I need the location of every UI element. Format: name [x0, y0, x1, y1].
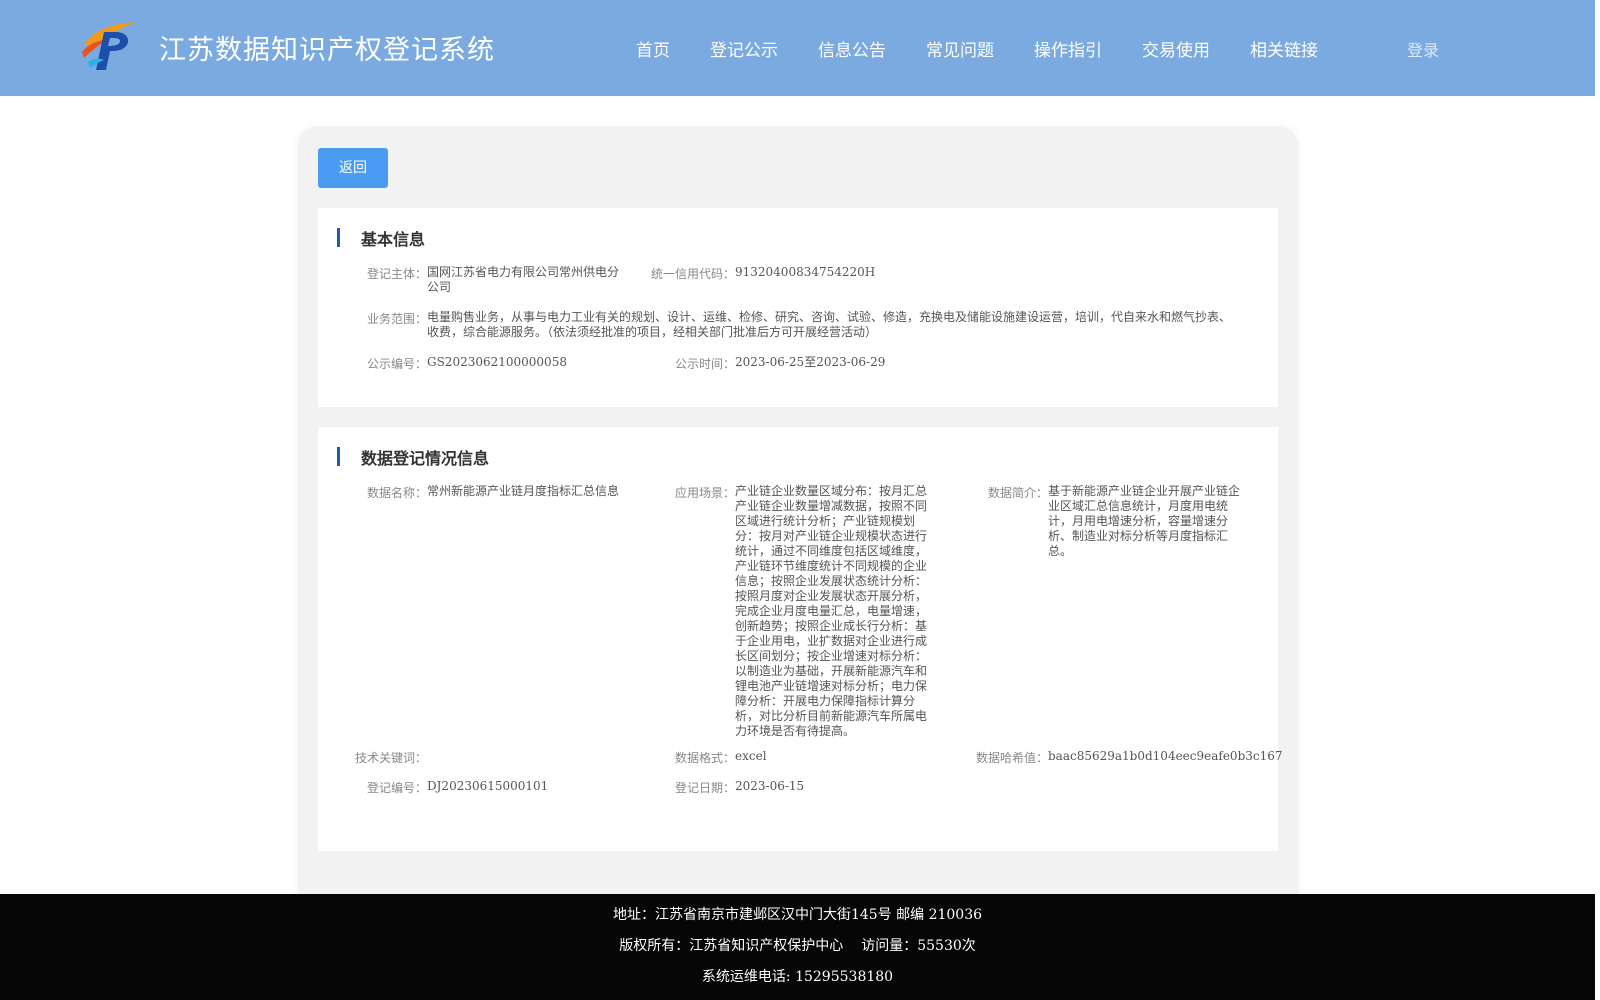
data-name-value: 常州新能源产业链月度指标汇总信息: [427, 484, 620, 498]
nav-guide[interactable]: 操作指引: [1034, 36, 1102, 61]
main-nav: 首页 登记公示 信息公告 常见问题 操作指引 交易使用 相关链接: [636, 36, 1358, 61]
nav-registration-publicity[interactable]: 登记公示: [710, 36, 778, 61]
registration-info-card: 数据登记情况信息 数据名称： 常州新能源产业链月度指标汇总信息 应用场景： 产业…: [318, 427, 1283, 851]
scope-value: 电量购售业务，从事与电力工业有关的规划、设计、运维、检修、研究、咨询、试验、修造…: [427, 310, 1232, 339]
jiangsu-ip-logo-icon[interactable]: [80, 18, 140, 72]
registration-date-label: 登记日期：: [674, 781, 735, 795]
nav-trading[interactable]: 交易使用: [1142, 36, 1210, 61]
data-hash-value: baac85629a1b0d104eec9eafe0b3c167: [1048, 749, 1283, 763]
nav-faq[interactable]: 常见问题: [926, 36, 994, 61]
subject-value: 国网江苏省电力有限公司常州供电分公司: [427, 265, 620, 294]
section-marker: [337, 228, 340, 247]
publicity-time-label: 公示时间：: [674, 357, 735, 371]
site-header: 江苏数据知识产权登记系统 首页 登记公示 信息公告 常见问题 操作指引 交易使用…: [0, 0, 1595, 96]
data-format-value: excel: [735, 749, 767, 763]
data-format-label: 数据格式：: [674, 751, 735, 765]
footer-phone: 系统运维电话: 15295538180: [701, 969, 894, 985]
back-button[interactable]: 返回: [318, 148, 388, 188]
footer-copyright: 版权所有：江苏省知识产权保护中心: [619, 938, 844, 954]
data-hash-label: 数据哈希值：: [975, 751, 1048, 765]
subject-label: 登记主体：: [366, 267, 427, 281]
scenario-label: 应用场景：: [674, 486, 735, 500]
publicity-number-value: GS2023062100000058: [427, 355, 567, 369]
footer-visits: 访问量：55530次: [861, 938, 976, 954]
basic-info-title: 基本信息: [361, 230, 426, 249]
publicity-number-label: 公示编号：: [366, 357, 427, 371]
login-link[interactable]: 登录: [1407, 37, 1439, 61]
publicity-time-value: 2023-06-25至2023-06-29: [735, 355, 886, 369]
site-title: 江苏数据知识产权登记系统: [159, 35, 495, 66]
registration-info-title: 数据登记情况信息: [361, 449, 490, 468]
nav-announcements[interactable]: 信息公告: [818, 36, 886, 61]
basic-info-card: 基本信息 登记主体： 国网江苏省电力有限公司常州供电分公司 统一信用代码： 91…: [318, 208, 1278, 407]
page-edge: [1595, 0, 1600, 1000]
scope-label: 业务范围：: [366, 312, 427, 326]
registration-number-value: DJ20230615000101: [427, 779, 549, 793]
detail-panel: 返回 基本信息 登记主体： 国网江苏省电力有限公司常州供电分公司 统一信用代码：…: [298, 127, 1298, 927]
data-intro-label: 数据简介：: [987, 486, 1048, 500]
section-marker: [337, 447, 340, 466]
footer-copyright-line: 版权所有：江苏省知识产权保护中心 访问量：55530次: [0, 935, 1595, 955]
tech-keywords-label: 技术关键词：: [354, 751, 427, 765]
nav-home[interactable]: 首页: [636, 36, 670, 61]
credit-code-value: 91320400834754220H: [735, 265, 876, 279]
registration-date-value: 2023-06-15: [735, 779, 805, 793]
credit-code-label: 统一信用代码：: [650, 267, 735, 281]
data-name-label: 数据名称：: [366, 486, 427, 500]
registration-number-label: 登记编号：: [366, 781, 427, 795]
scenario-value: 产业链企业数量区域分布：按月汇总产业链企业数量增减数据，按照不同区域进行统计分析…: [735, 484, 928, 738]
nav-links[interactable]: 相关链接: [1250, 36, 1318, 61]
footer-address: 地址：江苏省南京市建邺区汉中门大街145号 邮编 210036: [612, 907, 983, 923]
site-footer: 地址：江苏省南京市建邺区汉中门大街145号 邮编 210036 版权所有：江苏省…: [0, 894, 1595, 1000]
data-intro-value: 基于新能源产业链企业开展产业链企业区域汇总信息统计，月度用电统计，月用电增速分析…: [1048, 484, 1241, 558]
